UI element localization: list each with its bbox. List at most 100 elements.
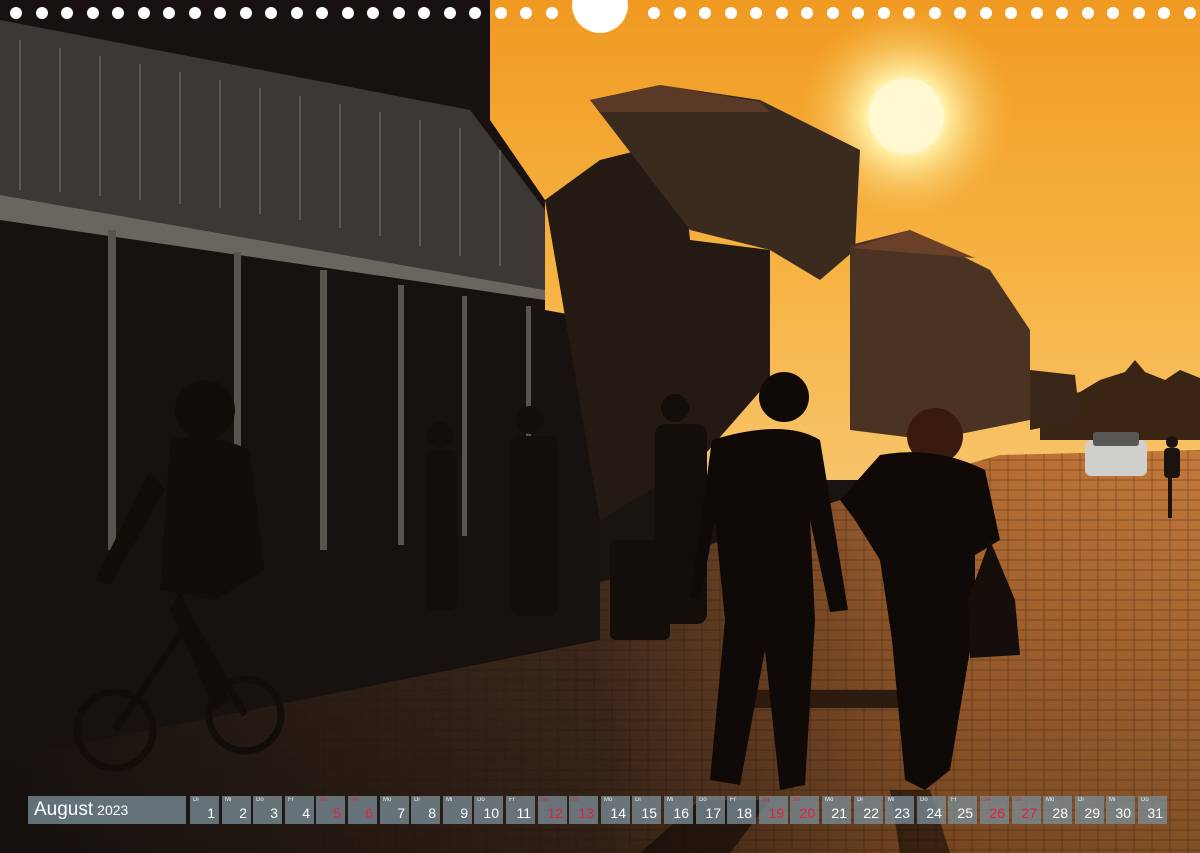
calendar-day: Sa 26: [980, 796, 1009, 824]
binding-hole: [342, 7, 354, 19]
binding-hole: [1031, 7, 1043, 19]
weekday-label: Mo: [1046, 797, 1055, 803]
weekday-label: Mo: [383, 797, 392, 803]
day-number: 28: [1052, 805, 1068, 821]
day-number: 24: [926, 805, 942, 821]
binding-hole: [1005, 7, 1017, 19]
day-number: 6: [365, 805, 373, 821]
binding-hole: [495, 7, 507, 19]
binding-hole: [954, 7, 966, 19]
calendar-day: Di 1: [190, 796, 219, 824]
day-number: 27: [1021, 805, 1037, 821]
sunset-street-photo: [0, 0, 1200, 853]
calendar-day: Do 10: [474, 796, 503, 824]
day-number: 18: [736, 805, 752, 821]
day-number: 4: [302, 805, 310, 821]
weekday-label: Sa: [762, 797, 770, 803]
weekday-label: Mi: [446, 797, 453, 803]
day-number: 12: [547, 805, 563, 821]
weekday-label: So: [572, 797, 580, 803]
weekday-label: Mi: [888, 797, 895, 803]
weekday-label: Mi: [1109, 797, 1116, 803]
day-number: 8: [428, 805, 436, 821]
month-label: August 2023: [28, 796, 186, 824]
calendar-day: Mi 23: [885, 796, 914, 824]
binding-hole: [725, 7, 737, 19]
weekday-label: Di: [414, 797, 420, 803]
calendar-day: So 20: [790, 796, 819, 824]
day-number: 19: [768, 805, 784, 821]
binding-hole: [1184, 7, 1196, 19]
binding-hole: [852, 7, 864, 19]
binding-hole: [1082, 7, 1094, 19]
calendar-day: Mo 7: [380, 796, 409, 824]
day-number: 10: [483, 805, 499, 821]
binding-hole: [444, 7, 456, 19]
binding-hole: [214, 7, 226, 19]
day-number: 2: [239, 805, 247, 821]
calendar-bar: August 2023 Di 1 Mi 2 Do 3 Fr 4 Sa 5 So 6 Mo 7 Di 8 Mi 9 Do…: [28, 796, 1172, 824]
day-number: 20: [799, 805, 815, 821]
day-number: 14: [610, 805, 626, 821]
weekday-label: Do: [477, 797, 485, 803]
day-number: 25: [957, 805, 973, 821]
calendar-day: Mo 28: [1043, 796, 1072, 824]
weekday-label: Di: [635, 797, 641, 803]
binding-hole: [827, 7, 839, 19]
calendar-day: Sa 19: [759, 796, 788, 824]
weekday-label: Mi: [225, 797, 232, 803]
weekday-label: Do: [699, 797, 707, 803]
binding-hole: [546, 7, 558, 19]
weekday-label: Di: [1078, 797, 1084, 803]
calendar-day: Fr 18: [727, 796, 756, 824]
binding-hole: [367, 7, 379, 19]
day-number: 29: [1084, 805, 1100, 821]
day-number: 9: [460, 805, 468, 821]
calendar-day: Fr 11: [506, 796, 535, 824]
day-number: 15: [641, 805, 657, 821]
day-number: 21: [831, 805, 847, 821]
weekday-label: Di: [857, 797, 863, 803]
binding-hole: [674, 7, 686, 19]
calendar-day: Fr 4: [285, 796, 314, 824]
binding-hole: [316, 7, 328, 19]
car: [1085, 432, 1147, 476]
binding-hole: [929, 7, 941, 19]
year-label: 2023: [97, 802, 129, 818]
binding-hole: [520, 7, 532, 19]
calendar-day: Do 17: [696, 796, 725, 824]
binding-hole: [163, 7, 175, 19]
calendar-day: Mo 21: [822, 796, 851, 824]
binding-hole: [469, 7, 481, 19]
binding-hole: [750, 7, 762, 19]
binding-hole: [1056, 7, 1068, 19]
calendar-day: Fr 25: [948, 796, 977, 824]
binding-hole: [1133, 7, 1145, 19]
binding-hole: [878, 7, 890, 19]
calendar-day: Mi 2: [222, 796, 251, 824]
weekday-label: Fr: [509, 797, 515, 803]
weekday-label: Do: [256, 797, 264, 803]
weekday-label: Mo: [604, 797, 613, 803]
day-number: 30: [1115, 805, 1131, 821]
calendar-day: So 6: [348, 796, 377, 824]
weekday-label: Fr: [288, 797, 294, 803]
calendar-day: Mo 14: [601, 796, 630, 824]
calendar-day: So 27: [1012, 796, 1041, 824]
day-number: 11: [516, 805, 531, 821]
binding-hole: [61, 7, 73, 19]
weekday-label: So: [793, 797, 801, 803]
day-number: 31: [1147, 805, 1163, 821]
calendar-day: Do 24: [917, 796, 946, 824]
calendar-day: Do 31: [1138, 796, 1167, 824]
binding-hole: [648, 7, 660, 19]
weekday-label: So: [1015, 797, 1023, 803]
day-number: 17: [705, 805, 721, 821]
binding-hole: [393, 7, 405, 19]
day-number: 26: [989, 805, 1005, 821]
calendar-day: Mi 9: [443, 796, 472, 824]
binding-hole: [112, 7, 124, 19]
day-number: 16: [673, 805, 689, 821]
binding-hole: [1107, 7, 1119, 19]
month-name: August: [34, 799, 94, 820]
